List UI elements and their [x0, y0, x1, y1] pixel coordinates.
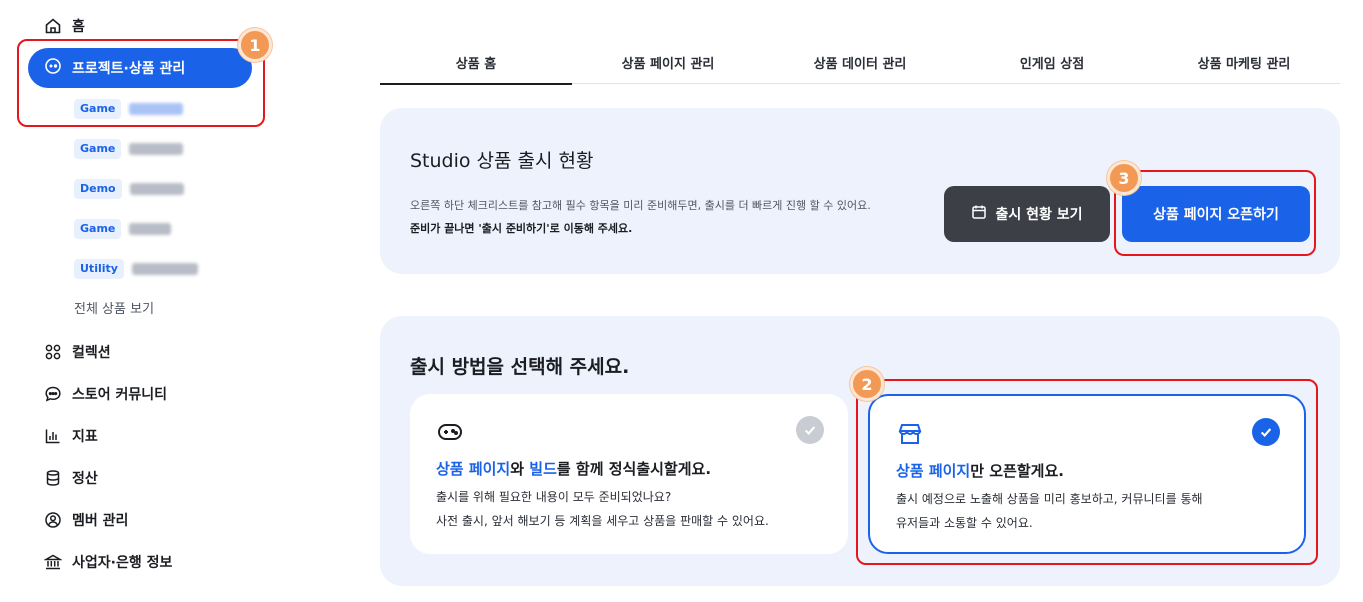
sidebar-item-metrics[interactable]: 지표 [44, 421, 98, 451]
tab-product-home[interactable]: 상품 홈 [380, 40, 572, 85]
product-tabs: 상품 홈 상품 페이지 관리 상품 데이터 관리 인게임 상점 상품 마케팅 관… [380, 40, 1340, 85]
option-description: 출시를 위해 필요한 내용이 모두 준비되었나요? [436, 490, 672, 504]
tab-product-marketing[interactable]: 상품 마케팅 관리 [1148, 40, 1340, 84]
project-item[interactable]: Demo [74, 178, 184, 200]
project-item[interactable]: Game [74, 138, 184, 160]
redacted-project-name [129, 223, 172, 235]
project-type-badge: Utility [74, 259, 124, 279]
home-icon [44, 17, 62, 35]
chat-icon [44, 385, 62, 403]
database-icon [44, 469, 62, 487]
sidebar-item-collection[interactable]: 컬렉션 [44, 337, 111, 367]
sidebar-item-business-bank[interactable]: 사업자·은행 정보 [44, 547, 172, 577]
sidebar-item-label: 컬렉션 [72, 345, 111, 361]
option-description: 사전 출시, 앞서 해보기 등 계획을 세우고 상품을 판매할 수 있어요. [436, 514, 769, 528]
redacted-project-name [131, 263, 198, 275]
member-icon [44, 511, 62, 529]
step-marker-1: 1 [238, 28, 272, 62]
sidebar-item-label: 정산 [72, 471, 98, 487]
sidebar-item-label: 스토어 커뮤니티 [72, 387, 168, 403]
status-title: Studio 상품 출시 현황 [410, 150, 594, 172]
project-item[interactable]: Game [74, 218, 172, 240]
sidebar-item-home[interactable]: 홈 [44, 11, 85, 41]
all-products-link[interactable]: 전체 상품 보기 [74, 298, 154, 317]
redacted-project-name [129, 183, 184, 195]
tab-ingame-store[interactable]: 인게임 상점 [956, 40, 1148, 84]
sidebar-item-label: 사업자·은행 정보 [72, 555, 173, 571]
method-title: 출시 방법을 선택해 주세요. [410, 356, 630, 378]
project-type-badge: Game [74, 219, 122, 239]
bank-icon [44, 553, 62, 571]
status-description: 오른쪽 하단 체크리스트를 참고해 필수 항목을 미리 준비해두면, 출시를 더… [410, 199, 871, 212]
sidebar: 홈 프로젝트·상품 관리 Game Game Demo Game Utility… [0, 0, 280, 602]
chart-icon [44, 427, 62, 445]
release-status-card: Studio 상품 출시 현황 오른쪽 하단 체크리스트를 참고해 필수 항목을… [380, 108, 1340, 274]
button-label: 출시 현황 보기 [995, 207, 1083, 223]
check-icon [796, 416, 824, 444]
project-type-badge: Demo [74, 179, 122, 199]
highlight-box-2 [856, 379, 1318, 565]
collection-icon [44, 343, 62, 361]
step-marker-2: 2 [850, 367, 884, 401]
gamepad-icon [436, 418, 464, 446]
status-instruction: 준비가 끝나면 '출시 준비하기'로 이동해 주세요. [410, 222, 633, 235]
project-type-badge: Game [74, 139, 122, 159]
project-item[interactable]: Utility [74, 258, 198, 280]
step-marker-3: 3 [1107, 161, 1141, 195]
redacted-project-name [129, 143, 184, 155]
option-full-release[interactable]: 상품 페이지와 빌드를 함께 정식출시할게요. 출시를 위해 필요한 내용이 모… [410, 394, 848, 554]
sidebar-item-community[interactable]: 스토어 커뮤니티 [44, 379, 167, 409]
sidebar-item-members[interactable]: 멤버 관리 [44, 505, 128, 535]
calendar-icon [971, 204, 987, 224]
highlight-box-1 [17, 39, 265, 127]
release-method-card: 출시 방법을 선택해 주세요. 상품 페이지와 빌드를 함께 정식출시할게요. … [380, 316, 1340, 586]
highlight-box-3 [1114, 170, 1316, 256]
sidebar-item-label: 지표 [72, 429, 98, 445]
tab-product-data[interactable]: 상품 데이터 관리 [764, 40, 956, 84]
tab-product-page[interactable]: 상품 페이지 관리 [572, 40, 764, 84]
view-release-status-button[interactable]: 출시 현황 보기 [944, 186, 1110, 242]
sidebar-item-label: 멤버 관리 [72, 513, 129, 529]
sidebar-item-label: 홈 [72, 19, 85, 35]
sidebar-item-settlement[interactable]: 정산 [44, 463, 98, 493]
option-heading: 상품 페이지와 빌드를 함께 정식출시할게요. [436, 460, 712, 478]
